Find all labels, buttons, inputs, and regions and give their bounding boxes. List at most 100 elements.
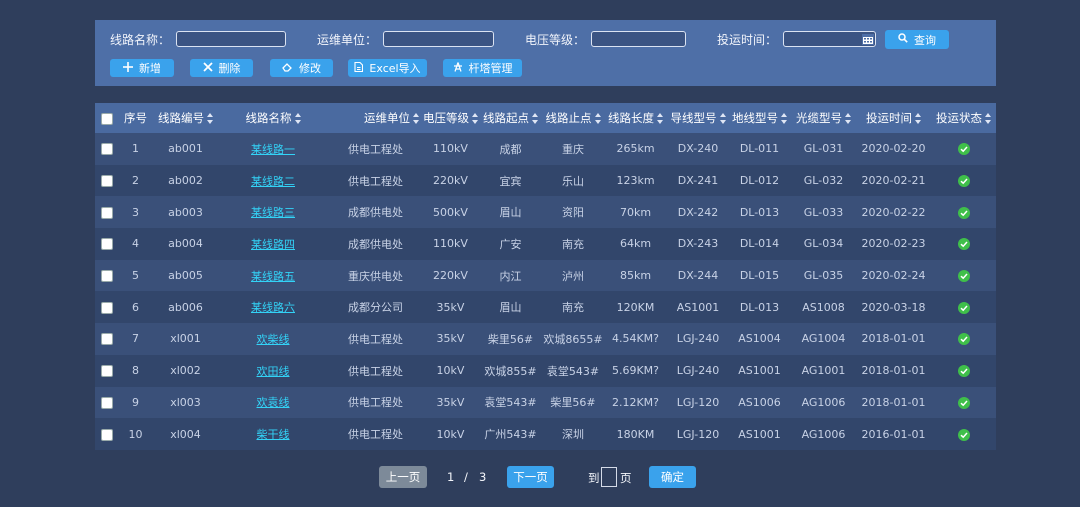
sort-icon[interactable] (294, 113, 301, 124)
cell-voltage: 220kV (433, 269, 468, 283)
sort-icon[interactable] (207, 113, 213, 124)
goto-page-input[interactable] (601, 467, 617, 487)
line-name-link[interactable]: 欢田线 (257, 365, 290, 378)
header-ground[interactable]: 地线型号 (728, 103, 791, 133)
table-row[interactable]: 1 ab001 某线路一 供电工程处 110kV 成都 重庆 265km DX-240 DL-01… (95, 133, 996, 165)
sort-icon[interactable] (532, 113, 538, 124)
cell-conductor: DX-240 (677, 142, 719, 156)
cell-voltage: 10kV (436, 364, 465, 378)
table-row[interactable]: 8 xl002 欢田线 供电工程处 10kV 欢城855# 袁堂543# 5.69KM? LGJ… (95, 354, 996, 387)
sort-icon[interactable] (413, 113, 419, 124)
query-button[interactable]: 查询 (885, 30, 949, 49)
header-date[interactable]: 投运时间 (856, 103, 931, 133)
cell-cable: GL-034 (803, 237, 844, 251)
header-code[interactable]: 线路编号 (153, 103, 218, 133)
header-length[interactable]: 线路长度 (603, 103, 668, 133)
row-checkbox[interactable] (100, 301, 113, 314)
sort-icon[interactable] (657, 113, 663, 124)
current-page: 1 (447, 470, 455, 484)
line-name-link[interactable]: 某线路三 (251, 206, 295, 219)
row-checkbox[interactable] (100, 428, 113, 441)
header-start[interactable]: 线路起点 (478, 103, 543, 133)
table-row[interactable]: 7 xl001 欢柴线 供电工程处 35kV 柴里56# 欢城8655# 4.54KM? LGJ… (95, 323, 996, 355)
voltage-input[interactable] (591, 31, 687, 47)
cell-status (931, 355, 996, 387)
header-name[interactable]: 线路名称 (218, 103, 328, 133)
tower-manage-button[interactable]: 杆塔管理 (443, 59, 522, 77)
table-row[interactable]: 10 xl004 柴干线 供电工程处 10kV 广州543# 深圳 180KM LGJ-120 A… (95, 418, 996, 450)
row-checkbox[interactable] (100, 333, 113, 346)
cell-status (931, 418, 996, 450)
excel-import-button[interactable]: Excel导入 (348, 59, 427, 77)
sort-icon[interactable] (594, 113, 601, 124)
line-name-input[interactable] (176, 31, 287, 47)
calendar-icon[interactable] (862, 33, 875, 45)
delete-button[interactable]: 删除 (190, 59, 253, 77)
row-checkbox[interactable] (100, 238, 113, 251)
sort-icon[interactable] (915, 113, 921, 124)
date-picker[interactable] (783, 31, 877, 47)
row-checkbox[interactable] (100, 206, 113, 219)
table-header-row: 序号 线路编号 线路名称 运维单位 电压等级 线路起点 线路止点 线路长度 导线… (95, 103, 996, 133)
unit-input[interactable] (383, 31, 495, 47)
row-checkbox[interactable] (100, 270, 113, 283)
sort-icon[interactable] (985, 113, 991, 124)
line-name-link[interactable]: 某线路六 (251, 301, 295, 314)
cell-seq: 10 (128, 427, 143, 441)
row-checkbox[interactable] (100, 365, 113, 378)
add-button[interactable]: 新增 (110, 59, 174, 77)
header-status[interactable]: 投运状态 (931, 103, 996, 133)
cell-date: 2020-02-20 (861, 142, 926, 156)
header-end[interactable]: 线路止点 (543, 103, 603, 133)
add-label: 新增 (139, 62, 161, 75)
cell-start: 宜宾 (499, 174, 522, 188)
check-circle-icon (957, 332, 970, 346)
tower-icon (453, 61, 463, 75)
line-name-link[interactable]: 欢柴线 (257, 333, 290, 346)
table-row[interactable]: 9 xl003 欢袁线 供电工程处 35kV 袁堂543# 柴里56# 2.12KM? LGJ-… (95, 386, 996, 419)
cell-date: 2018-01-01 (861, 395, 926, 409)
sort-icon[interactable] (781, 113, 787, 124)
cell-length: 180KM (616, 427, 655, 441)
excel-label: Excel导入 (369, 62, 421, 75)
header-voltage[interactable]: 电压等级 (423, 103, 478, 133)
voltage-label: 电压等级： (525, 32, 586, 47)
sort-icon[interactable] (719, 113, 726, 124)
row-select-cell (95, 355, 118, 387)
table-row[interactable]: 5 ab005 某线路五 重庆供电处 220kV 内江 泸州 85km DX-244 DL-015… (95, 259, 996, 292)
cell-seq: 4 (132, 237, 139, 251)
row-checkbox[interactable] (100, 175, 113, 188)
cell-ground: AS1004 (738, 332, 781, 346)
sort-icon[interactable] (845, 113, 851, 124)
table-row[interactable]: 2 ab002 某线路二 供电工程处 220kV 宜宾 乐山 123km DX-241 DL-01… (95, 164, 996, 197)
header-conductor[interactable]: 导线型号 (668, 103, 728, 133)
table-row[interactable]: 4 ab004 某线路四 成都供电处 110kV 广安 南充 64km DX-243 DL-014… (95, 228, 996, 260)
line-name-link[interactable]: 某线路五 (251, 270, 295, 283)
row-select-cell (95, 418, 118, 450)
line-name-link[interactable]: 某线路一 (251, 143, 295, 156)
line-name-link[interactable]: 欢袁线 (257, 396, 290, 409)
select-all-checkbox[interactable] (100, 112, 113, 125)
line-name-link[interactable]: 某线路二 (251, 175, 295, 188)
cell-code: ab002 (168, 174, 203, 188)
cell-length: 265km (616, 142, 655, 156)
total-pages: 3 (479, 470, 487, 484)
cell-date: 2018-01-01 (861, 364, 926, 378)
line-name-link[interactable]: 某线路四 (251, 238, 295, 251)
cell-start: 眉山 (499, 301, 522, 315)
row-checkbox[interactable] (100, 143, 113, 156)
confirm-button[interactable]: 确定 (649, 466, 696, 488)
line-name-link[interactable]: 柴干线 (257, 428, 290, 441)
prev-page-button[interactable]: 上一页 (379, 466, 427, 488)
cell-name: 某线路三 (218, 196, 328, 228)
cell-seq: 9 (132, 395, 139, 409)
table-row[interactable]: 3 ab003 某线路三 成都供电处 500kV 眉山 资阳 70km DX-242 DL-013… (95, 196, 996, 229)
header-cable[interactable]: 光缆型号 (791, 103, 856, 133)
edit-button[interactable]: 修改 (270, 59, 333, 77)
row-checkbox[interactable] (100, 396, 113, 409)
table-row[interactable]: 6 ab006 某线路六 成都分公司 35kV 眉山 南充 120KM AS1001 DL-013… (95, 291, 996, 324)
sort-icon[interactable] (472, 113, 478, 124)
next-page-button[interactable]: 下一页 (507, 466, 554, 488)
cell-date: 2020-02-21 (861, 174, 926, 188)
header-unit[interactable]: 运维单位 (328, 103, 423, 133)
